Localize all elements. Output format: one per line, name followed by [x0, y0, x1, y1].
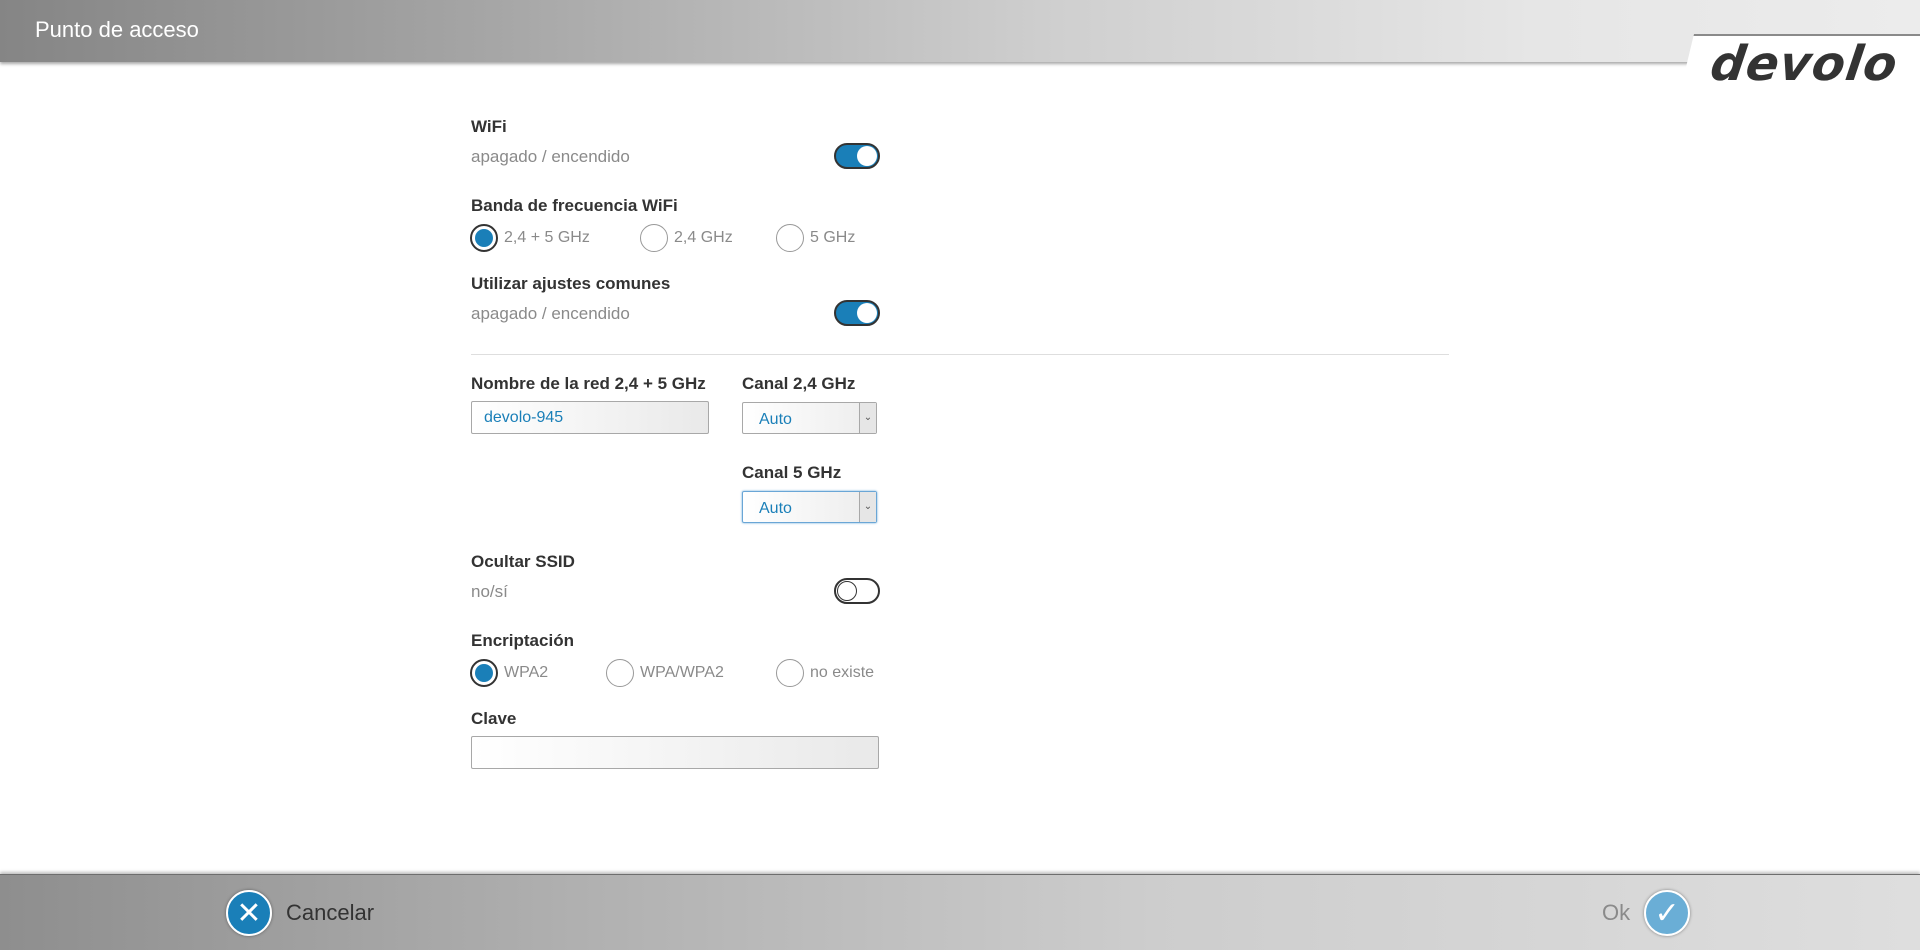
radio-circle	[470, 659, 498, 687]
hide-ssid-sublabel: no/sí	[471, 582, 508, 601]
ok-button[interactable]: Ok ✓	[1602, 890, 1691, 936]
radio-circle	[606, 659, 634, 687]
channel-24-label: Canal 2,4 GHz	[742, 374, 856, 393]
common-settings-toggle[interactable]	[834, 300, 880, 326]
radio-circle	[776, 659, 804, 687]
network-name-input[interactable]	[471, 401, 709, 434]
radio-band-5[interactable]: 5 GHz	[776, 224, 855, 252]
hide-ssid-toggle[interactable]	[834, 578, 880, 604]
channel-5-select[interactable]: Auto ⌄	[742, 491, 877, 523]
radio-label: 5 GHz	[810, 229, 856, 246]
radio-circle	[640, 224, 668, 252]
radio-band-24[interactable]: 2,4 GHz	[640, 224, 733, 252]
ok-button-label: Ok	[1602, 900, 1631, 925]
chevron-down-icon: ⌄	[859, 403, 876, 433]
devolo-logo: devolo	[1707, 36, 1902, 92]
wifi-sublabel: apagado / encendido	[471, 147, 630, 166]
toggle-knob	[857, 146, 877, 166]
toggle-knob	[837, 581, 857, 601]
radio-label: WPA2	[504, 664, 549, 681]
radio-label: 2,4 GHz	[674, 229, 733, 246]
cancel-button[interactable]: ✕ Cancelar	[226, 890, 374, 936]
select-value: Auto	[759, 500, 792, 517]
common-settings-sublabel: apagado / encendido	[471, 304, 630, 323]
check-icon: ✓	[1644, 890, 1691, 936]
cancel-button-label: Cancelar	[286, 900, 375, 925]
channel-24-select[interactable]: Auto ⌄	[742, 402, 877, 434]
section-divider	[471, 354, 1449, 355]
radio-encryption-wpa-wpa2[interactable]: WPA/WPA2	[606, 659, 724, 687]
key-label: Clave	[471, 709, 517, 728]
network-name-label: Nombre de la red 2,4 + 5 GHz	[471, 374, 706, 393]
chevron-down-icon: ⌄	[859, 492, 876, 522]
radio-encryption-none[interactable]: no existe	[776, 659, 874, 687]
common-settings-label: Utilizar ajustes comunes	[471, 274, 671, 293]
page-title: Punto de acceso	[35, 17, 199, 42]
select-value: Auto	[759, 411, 792, 428]
encryption-label: Encriptación	[471, 631, 574, 650]
close-icon: ✕	[226, 890, 272, 936]
radio-circle	[470, 224, 498, 252]
radio-circle	[776, 224, 804, 252]
toggle-knob	[857, 303, 877, 323]
wifi-toggle[interactable]	[834, 143, 880, 169]
radio-label: WPA/WPA2	[640, 664, 724, 681]
radio-band-24-5[interactable]: 2,4 + 5 GHz	[470, 224, 590, 252]
wifi-label: WiFi	[471, 117, 507, 136]
radio-encryption-wpa2[interactable]: WPA2	[470, 659, 548, 687]
band-label: Banda de frecuencia WiFi	[471, 196, 678, 215]
key-input[interactable]	[471, 736, 879, 769]
channel-5-label: Canal 5 GHz	[742, 463, 842, 482]
radio-label: 2,4 + 5 GHz	[504, 229, 590, 246]
radio-label: no existe	[810, 664, 875, 681]
hide-ssid-label: Ocultar SSID	[471, 552, 575, 571]
header-bar: Punto de acceso	[0, 0, 1920, 62]
